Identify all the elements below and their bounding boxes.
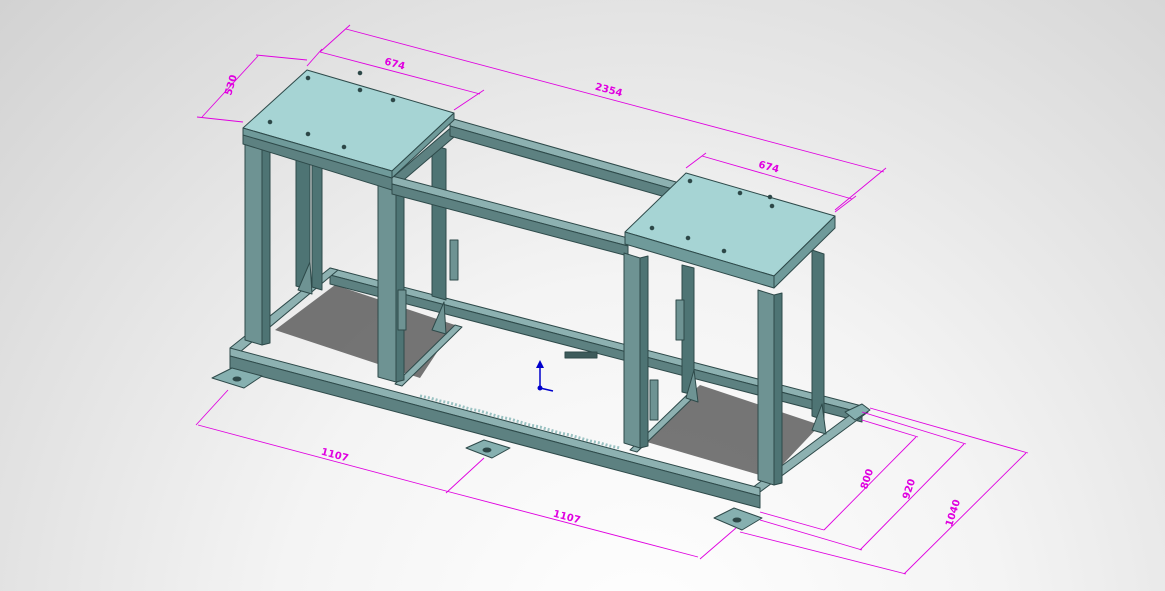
dim-width-outer: 1040: [944, 498, 963, 528]
dim-plate-width-left: 674: [383, 57, 406, 73]
dim-bottom-length-right: 1107: [552, 509, 582, 527]
dim-plate-depth-left: 530: [223, 74, 240, 97]
origin-triad: [536, 360, 554, 392]
cad-model-view[interactable]: 530 674 2354 674 1107 1107 800 920 1040: [0, 0, 1165, 591]
dim-width-inner: 800: [859, 468, 876, 491]
cad-viewport[interactable]: 530 674 2354 674 1107 1107 800 920 1040: [0, 0, 1165, 591]
dim-width-mid: 920: [901, 478, 918, 501]
dim-overall-length: 2354: [594, 82, 624, 100]
